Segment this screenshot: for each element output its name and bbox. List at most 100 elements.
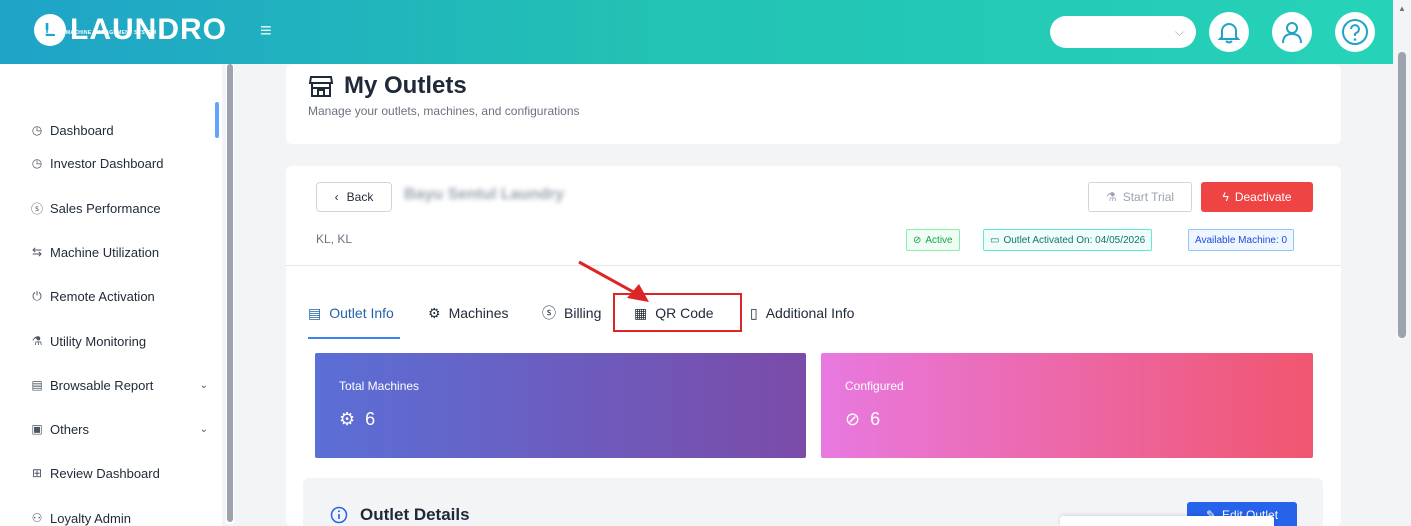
profile-button[interactable] (1272, 12, 1312, 52)
details-title-text: Outlet Details (360, 505, 470, 524)
stat-value-text: 6 (870, 409, 881, 429)
sidebar-item-label: Browsable Report (50, 377, 154, 393)
sidebar-item-label: Loyalty Admin (50, 510, 131, 526)
transfer-icon: ⇆ (31, 245, 43, 259)
outlet-select[interactable]: ⌵ (1050, 16, 1196, 48)
start-trial-label: Start Trial (1122, 190, 1175, 204)
stat-label: Total Machines (339, 379, 420, 393)
gear-icon: ⚙ (428, 304, 441, 321)
top-bar: L LAUNDRO LAUNDRY MACHINE MANAGEMENT SYS… (0, 0, 1393, 64)
start-trial-button[interactable]: ⚗ Start Trial (1088, 182, 1192, 212)
info-icon (330, 506, 348, 524)
available-machines-badge: Available Machine: 0 (1188, 229, 1295, 251)
status-badge: ⊘ Active (906, 229, 960, 251)
check-circle-icon: ⊘ (913, 234, 922, 246)
tab-outlet-info[interactable]: ▤ Outlet Info (308, 302, 394, 324)
chevron-down-icon: ⌵ (1174, 24, 1184, 39)
stat-label: Configured (845, 379, 904, 393)
power-icon: ⏻ (32, 288, 42, 303)
dashboard-icon: ◷ (31, 156, 43, 170)
stat-value: ⚙ 6 (339, 409, 375, 430)
calendar-icon: ▭ (990, 234, 1000, 246)
outlet-name: Bayu Sentul Laundry (404, 186, 565, 203)
sidebar-item-utility-monitoring[interactable]: ⚗ Utility Monitoring (28, 329, 208, 353)
chevron-down-icon: ⌄ (199, 423, 208, 435)
outlet-details-title: Outlet Details (330, 505, 470, 525)
stat-value: ⊘ 6 (845, 409, 880, 430)
dollar-icon: ⓢ (542, 305, 556, 321)
page-title-text: My Outlets (344, 72, 467, 99)
document-icon: ▯ (750, 304, 758, 321)
back-button[interactable]: ‹ Back (316, 182, 392, 212)
chevron-down-icon: ⌄ (199, 379, 208, 391)
sidebar-item-browsable-report[interactable]: ▤ Browsable Report ⌄ (28, 373, 208, 397)
page-scrollbar[interactable]: ▲ (1393, 0, 1411, 526)
sidebar-item-label: Machine Utilization (50, 244, 160, 260)
sidebar-item-review-dashboard[interactable]: ⊞ Review Dashboard (28, 461, 208, 485)
sidebar-scrollbar[interactable] (226, 64, 234, 524)
outlet-location: KL, KL (316, 232, 353, 246)
chevron-left-icon: ‹ (334, 190, 339, 204)
user-icon (1282, 22, 1302, 44)
users-icon: ⚇ (31, 511, 43, 525)
page-title: My Outlets (308, 72, 467, 100)
scroll-up-icon[interactable]: ▲ (1398, 4, 1406, 13)
sidebar-item-label: Sales Performance (50, 200, 161, 216)
report-icon: ▤ (31, 378, 43, 392)
help-button[interactable] (1335, 12, 1375, 52)
popover-edge (1060, 516, 1274, 526)
sidebar-scroll-thumb[interactable] (227, 64, 233, 522)
active-indicator (215, 102, 219, 138)
dollar-icon: ⓢ (30, 201, 43, 216)
gear-icon: ⚙ (339, 409, 356, 429)
back-label: Back (346, 190, 374, 204)
review-icon: ⊞ (31, 466, 43, 480)
dashboard-icon: ◷ (31, 123, 43, 137)
check-circle-icon: ⊘ (845, 409, 861, 429)
tab-machines[interactable]: ⚙ Machines (428, 302, 508, 324)
deactivate-label: Deactivate (1234, 190, 1292, 204)
tab-additional-info[interactable]: ▯ Additional Info (750, 302, 854, 324)
tab-label: Additional Info (765, 305, 855, 321)
sidebar-item-dashboard[interactable]: ◷ Dashboard (28, 118, 208, 142)
divider (286, 265, 1341, 266)
page-subtitle: Manage your outlets, machines, and confi… (308, 104, 580, 118)
status-label: Active (925, 234, 953, 246)
deactivate-button[interactable]: ϟ Deactivate (1201, 182, 1313, 212)
sidebar: ◷ Dashboard ◷ Investor Dashboard ⓢ Sales… (0, 64, 222, 526)
active-tab-underline (308, 337, 400, 339)
help-icon (1342, 19, 1368, 45)
notifications-button[interactable] (1209, 12, 1249, 52)
sidebar-item-label: Others (50, 421, 90, 437)
flask-icon: ⚗ (31, 334, 43, 348)
bell-icon (1218, 23, 1240, 44)
qr-code-highlight-box (613, 293, 742, 332)
sidebar-item-others[interactable]: ▣ Others ⌄ (28, 417, 208, 441)
page-scroll-thumb[interactable] (1398, 52, 1406, 338)
lightning-icon: ϟ (1222, 190, 1229, 204)
stat-card-configured: Configured ⊘ 6 (821, 353, 1313, 458)
sidebar-item-label: Investor Dashboard (50, 155, 164, 171)
outlet-card (286, 166, 1341, 526)
flask-icon: ⚗ (1105, 190, 1117, 204)
store-icon (308, 76, 334, 97)
stat-card-total-machines: Total Machines ⚙ 6 (315, 353, 806, 458)
brand-tagline: LAUNDRY MACHINE MANAGEMENT SYSTEM (38, 30, 157, 36)
store-icon: ▤ (308, 304, 322, 321)
hamburger-icon[interactable]: ≡ (260, 20, 272, 43)
activated-date-badge: ▭ Outlet Activated On: 04/05/2026 (983, 229, 1153, 251)
sidebar-item-label: Remote Activation (50, 288, 155, 304)
stat-value-text: 6 (365, 409, 376, 429)
sidebar-item-label: Dashboard (50, 122, 114, 138)
tab-label: Outlet Info (329, 305, 394, 321)
activated-label: Outlet Activated On: 04/05/2026 (1003, 234, 1146, 246)
sidebar-item-sales-performance[interactable]: ⓢ Sales Performance (28, 196, 208, 220)
sidebar-item-label: Review Dashboard (50, 465, 160, 481)
sidebar-item-machine-utilization[interactable]: ⇆ Machine Utilization (28, 240, 208, 264)
tab-label: Machines (448, 305, 509, 321)
available-label: Available Machine: 0 (1195, 234, 1288, 246)
folder-icon: ▣ (31, 422, 43, 436)
sidebar-item-investor-dashboard[interactable]: ◷ Investor Dashboard (28, 151, 208, 175)
sidebar-item-loyalty-admin[interactable]: ⚇ Loyalty Admin (28, 506, 208, 526)
sidebar-item-remote-activation[interactable]: ⏻ Remote Activation (28, 284, 208, 308)
